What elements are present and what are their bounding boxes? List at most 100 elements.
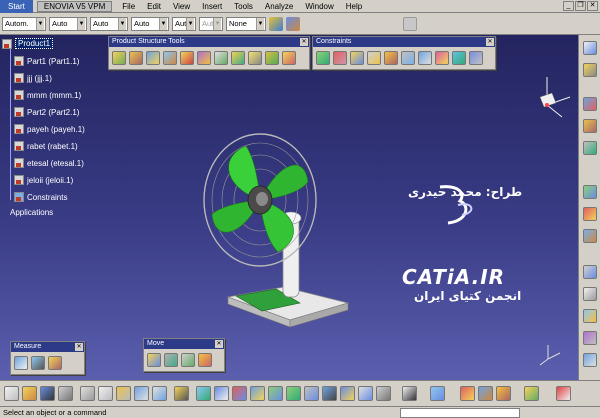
camera-icon[interactable] [402,386,417,401]
menu-help[interactable]: Help [340,2,368,11]
fix-together-icon[interactable] [401,51,415,65]
graph-tree-reordering-icon[interactable] [214,51,228,65]
annotation-icon[interactable] [583,229,597,243]
transparency-combo[interactable]: Auto ▼ [49,16,87,31]
tree-node-part1[interactable]: Part1 (Part1.1) [14,56,79,66]
explode-icon[interactable] [181,353,195,367]
flag-note-icon[interactable] [583,309,597,323]
fit-all-icon[interactable] [214,386,229,401]
tree-node-part2[interactable]: Part2 (Part2.1) [14,107,79,117]
minimize-icon[interactable]: _ [563,1,574,11]
clash-icon[interactable] [430,386,445,401]
sketch-icon[interactable] [583,63,597,77]
generate-numbering-icon[interactable] [231,51,245,65]
close-icon[interactable]: ✕ [215,340,223,348]
3d-viewport[interactable]: طراح: محمد حیدری CATiA.IR انجمن کتیای ای… [0,35,578,380]
change-constraint-icon[interactable] [452,51,466,65]
tree-node-constraints[interactable]: Constraints [14,192,67,202]
publication-icon[interactable] [583,185,597,199]
tree-node-applications[interactable]: Applications [10,208,53,217]
existing-component-positioning-icon[interactable] [129,51,143,65]
undo-icon[interactable] [134,386,149,401]
palette-title[interactable]: Measure ✕ [11,342,84,352]
quick-constraint-icon[interactable] [418,51,432,65]
save-icon[interactable] [40,386,55,401]
compute-clash-icon[interactable] [583,353,597,367]
color-combo[interactable]: Autom. ▼ [2,16,46,31]
rotate-icon[interactable] [250,386,265,401]
tree-node-rabet[interactable]: rabet (rabet.1) [14,141,78,151]
menu-analyze[interactable]: Analyze [259,2,299,11]
offset-constraint-icon[interactable] [350,51,364,65]
menu-view[interactable]: View [167,2,196,11]
command-input[interactable] [400,408,520,418]
fly-mode-icon[interactable] [196,386,211,401]
selective-load-icon[interactable] [248,51,262,65]
line-thickness-combo[interactable]: Auto ▼ [90,16,128,31]
zoom-out-icon[interactable] [286,386,301,401]
angle-constraint-icon[interactable] [367,51,381,65]
select-icon[interactable] [583,41,597,55]
apply-material-icon[interactable] [460,386,475,401]
close-icon[interactable]: ✕ [486,38,494,46]
hide-show-icon[interactable] [358,386,373,401]
refresh-icon[interactable] [403,16,417,31]
app-title-menu[interactable]: ENOVIA V5 VPM [36,0,113,12]
abc-text-icon[interactable] [583,265,597,279]
redo-icon[interactable] [152,386,167,401]
flexible-rigid-icon[interactable] [435,51,449,65]
layer-filter-icon[interactable] [286,16,300,31]
layer-combo[interactable]: None ▼ [226,16,266,31]
snap-icon[interactable] [164,353,178,367]
painter-icon[interactable] [269,16,283,31]
contact-constraint-icon[interactable] [333,51,347,65]
new-part-icon[interactable] [180,51,194,65]
tree-node-payeh[interactable]: payeh (payeh.1) [14,124,85,134]
tree-node-root[interactable]: Product1 [2,38,54,49]
view-layout-icon[interactable] [583,331,597,345]
normal-view-icon[interactable] [304,386,319,401]
stop-manipulate-on-clash-icon[interactable] [198,353,212,367]
close-icon[interactable]: ✕ [300,38,308,46]
zoom-in-icon[interactable] [268,386,283,401]
start-menu[interactable]: Start [0,0,33,13]
catalog-icon[interactable] [583,119,597,133]
close-icon[interactable]: ✕ [587,1,598,11]
menu-insert[interactable]: Insert [196,2,228,11]
tree-node-etesal[interactable]: etesal (etesal.1) [14,158,84,168]
measure-item-icon[interactable] [31,356,45,370]
pan-icon[interactable] [232,386,247,401]
manage-representations-icon[interactable] [265,51,279,65]
manipulation-icon[interactable] [147,353,161,367]
measure-inertia-icon[interactable] [48,356,62,370]
whats-this-icon[interactable] [174,386,189,401]
line-type-combo[interactable]: Auto ▼ [131,16,169,31]
weld-icon[interactable] [583,287,597,301]
tree-node-jeloii[interactable]: jeloii (jeloii.1) [14,175,73,185]
existing-component-icon[interactable] [112,51,126,65]
bill-of-material-icon[interactable] [583,207,597,221]
menu-file[interactable]: File [116,2,141,11]
swap-visible-space-icon[interactable] [376,386,391,401]
palette-title[interactable]: Product Structure Tools ✕ [109,37,309,47]
point-symbol-combo[interactable]: Aut ▼ [172,16,196,31]
palette-title[interactable]: Constraints ✕ [313,37,495,47]
new-component-icon[interactable] [146,51,160,65]
distance-band-icon[interactable] [496,386,511,401]
close-icon[interactable]: ✕ [75,343,83,351]
tree-node-jjj[interactable]: jjj (jjj.1) [14,73,52,83]
reuse-pattern-icon[interactable] [469,51,483,65]
menu-tools[interactable]: Tools [228,2,259,11]
sectioning-icon[interactable] [478,386,493,401]
update-icon[interactable] [583,97,597,111]
iso-view-icon[interactable] [322,386,337,401]
paste-icon[interactable] [116,386,131,401]
copy-icon[interactable] [98,386,113,401]
shading-icon[interactable] [340,386,355,401]
coincidence-constraint-icon[interactable] [316,51,330,65]
new-product-icon[interactable] [163,51,177,65]
menu-edit[interactable]: Edit [141,2,167,11]
palette-title[interactable]: Move ✕ [144,339,224,349]
measure-between-icon[interactable] [14,356,28,370]
print-icon[interactable] [58,386,73,401]
